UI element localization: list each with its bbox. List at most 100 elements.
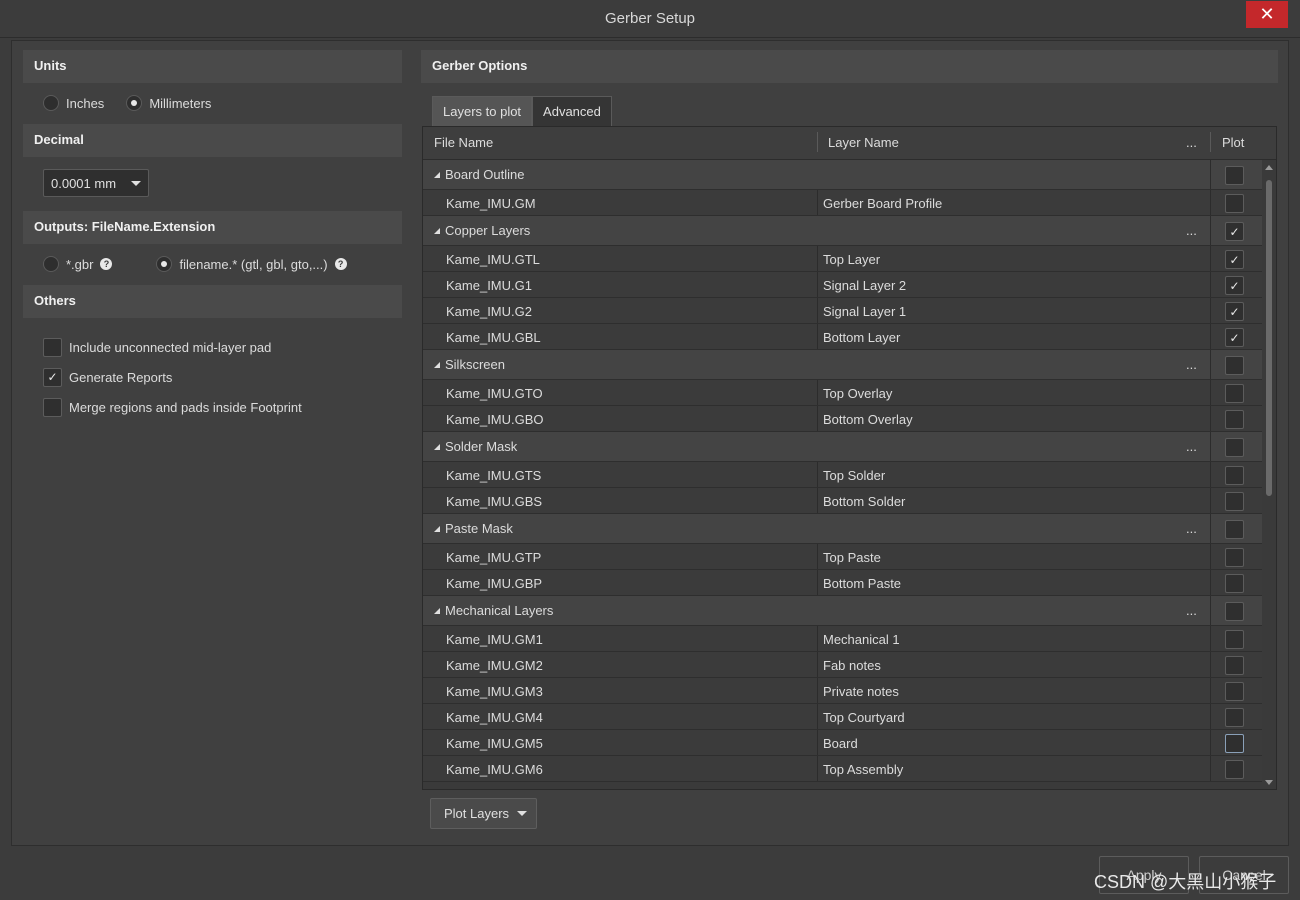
layer-name-cell: Top Solder: [823, 468, 886, 483]
group-plot-checkbox[interactable]: [1225, 356, 1244, 375]
file-name-column-header[interactable]: File Name: [434, 135, 493, 150]
layer-name-column-header[interactable]: Layer Name: [828, 135, 899, 150]
layer-row[interactable]: Kame_IMU.GBS Bottom Solder: [423, 488, 1263, 514]
plot-checkbox[interactable]: [1225, 410, 1244, 429]
close-button[interactable]: ✕: [1246, 1, 1288, 28]
group-more-button[interactable]: ...: [1186, 603, 1197, 618]
units-millimeters-option[interactable]: Millimeters: [126, 95, 211, 111]
layer-row[interactable]: Kame_IMU.GBO Bottom Overlay: [423, 406, 1263, 432]
layer-row[interactable]: Kame_IMU.GM4 Top Courtyard: [423, 704, 1263, 730]
tab-advanced[interactable]: Advanced: [532, 96, 612, 126]
chevron-down-icon: [517, 811, 528, 816]
file-name-cell: Kame_IMU.GTS: [446, 468, 542, 483]
column-divider: [1210, 190, 1211, 215]
watermark: CSDN @大黑山小猴子: [1094, 872, 1277, 892]
column-divider[interactable]: [817, 132, 818, 152]
plot-checkbox[interactable]: ✓: [1225, 250, 1244, 269]
group-plot-checkbox[interactable]: [1225, 520, 1244, 539]
layer-row[interactable]: Kame_IMU.GTP Top Paste: [423, 544, 1263, 570]
plot-checkbox[interactable]: [1225, 656, 1244, 675]
vertical-scrollbar[interactable]: [1262, 160, 1276, 789]
group-label: Mechanical Layers: [434, 603, 553, 618]
layer-row[interactable]: Kame_IMU.GM Gerber Board Profile: [423, 190, 1263, 216]
group-plot-checkbox[interactable]: [1225, 166, 1244, 185]
plot-checkbox[interactable]: [1225, 682, 1244, 701]
decimal-select[interactable]: 0.0001 mm: [43, 169, 149, 197]
units-inches-option[interactable]: Inches: [43, 95, 104, 111]
outputs-filename-option[interactable]: filename.* (gtl, gbl, gto,...) ?: [156, 256, 347, 272]
plot-column-header[interactable]: Plot: [1222, 135, 1244, 150]
scroll-thumb[interactable]: [1266, 180, 1272, 496]
group-row[interactable]: Solder Mask...: [423, 432, 1263, 462]
group-more-button[interactable]: ...: [1186, 439, 1197, 454]
group-row[interactable]: Silkscreen...: [423, 350, 1263, 380]
column-divider: [1210, 488, 1211, 513]
scroll-down-icon[interactable]: [1265, 780, 1273, 785]
group-row[interactable]: Copper Layers... ✓: [423, 216, 1263, 246]
plot-checkbox[interactable]: [1225, 708, 1244, 727]
column-divider: [1210, 570, 1211, 595]
layer-row[interactable]: Kame_IMU.G1 Signal Layer 2 ✓: [423, 272, 1263, 298]
plot-checkbox[interactable]: [1225, 734, 1244, 753]
layer-row[interactable]: Kame_IMU.GM1 Mechanical 1: [423, 626, 1263, 652]
file-name-cell: Kame_IMU.G1: [446, 278, 532, 293]
collapse-triangle-icon[interactable]: [434, 362, 440, 368]
column-divider[interactable]: [1210, 132, 1211, 152]
group-name: Solder Mask: [445, 439, 518, 454]
outputs-gbr-option[interactable]: *.gbr ?: [43, 256, 113, 272]
layer-row[interactable]: Kame_IMU.GM3 Private notes: [423, 678, 1263, 704]
collapse-triangle-icon[interactable]: [434, 228, 440, 234]
group-more-button[interactable]: ...: [1186, 223, 1197, 238]
generate-reports-checkbox[interactable]: ✓ Generate Reports: [23, 362, 402, 392]
plot-checkbox[interactable]: [1225, 492, 1244, 511]
group-row[interactable]: Paste Mask...: [423, 514, 1263, 544]
decimal-value: 0.0001 mm: [51, 175, 117, 191]
plot-checkbox[interactable]: ✓: [1225, 328, 1244, 347]
units-heading: Units: [23, 50, 402, 83]
group-row[interactable]: Board Outline: [423, 160, 1263, 190]
header-more-button[interactable]: ...: [1186, 135, 1197, 150]
group-plot-checkbox[interactable]: [1225, 438, 1244, 457]
plot-layers-button[interactable]: Plot Layers: [430, 798, 537, 829]
plot-checkbox[interactable]: ✓: [1225, 276, 1244, 295]
merge-regions-checkbox[interactable]: Merge regions and pads inside Footprint: [23, 392, 402, 422]
tab-layers-to-plot[interactable]: Layers to plot: [432, 96, 533, 126]
plot-checkbox[interactable]: [1225, 548, 1244, 567]
plot-checkbox[interactable]: [1225, 760, 1244, 779]
scroll-up-icon[interactable]: [1265, 165, 1273, 170]
file-name-cell: Kame_IMU.GM: [446, 196, 536, 211]
layer-row[interactable]: Kame_IMU.GM5 Board: [423, 730, 1263, 756]
checkmark-icon: ✓: [1229, 224, 1240, 239]
group-plot-checkbox[interactable]: ✓: [1225, 222, 1244, 241]
column-divider: [1210, 272, 1211, 297]
plot-checkbox[interactable]: [1225, 384, 1244, 403]
collapse-triangle-icon[interactable]: [434, 608, 440, 614]
checkmark-icon: ✓: [43, 367, 62, 387]
group-row[interactable]: Mechanical Layers...: [423, 596, 1263, 626]
layer-row[interactable]: Kame_IMU.GTS Top Solder: [423, 462, 1263, 488]
layer-row[interactable]: Kame_IMU.GTO Top Overlay: [423, 380, 1263, 406]
plot-checkbox[interactable]: [1225, 630, 1244, 649]
collapse-triangle-icon[interactable]: [434, 526, 440, 532]
collapse-triangle-icon[interactable]: [434, 172, 440, 178]
include-unconnected-checkbox[interactable]: Include unconnected mid-layer pad: [23, 332, 402, 362]
layer-row[interactable]: Kame_IMU.G2 Signal Layer 1 ✓: [423, 298, 1263, 324]
layer-row[interactable]: Kame_IMU.GM6 Top Assembly: [423, 756, 1263, 782]
plot-checkbox[interactable]: [1225, 466, 1244, 485]
plot-checkbox[interactable]: ✓: [1225, 302, 1244, 321]
group-plot-checkbox[interactable]: [1225, 602, 1244, 621]
help-icon[interactable]: ?: [334, 258, 347, 270]
file-name-cell: Kame_IMU.GBS: [446, 494, 543, 509]
plot-checkbox[interactable]: [1225, 194, 1244, 213]
group-more-button[interactable]: ...: [1186, 357, 1197, 372]
plot-checkbox[interactable]: [1225, 574, 1244, 593]
layer-row[interactable]: Kame_IMU.GM2 Fab notes: [423, 652, 1263, 678]
checkmark-icon: ✓: [1229, 278, 1240, 293]
layer-row[interactable]: Kame_IMU.GBL Bottom Layer ✓: [423, 324, 1263, 350]
layer-row[interactable]: Kame_IMU.GBP Bottom Paste: [423, 570, 1263, 596]
help-icon[interactable]: ?: [100, 258, 113, 270]
layer-name-cell: Signal Layer 2: [823, 278, 907, 293]
group-more-button[interactable]: ...: [1186, 521, 1197, 536]
layer-row[interactable]: Kame_IMU.GTL Top Layer ✓: [423, 246, 1263, 272]
collapse-triangle-icon[interactable]: [434, 444, 440, 450]
